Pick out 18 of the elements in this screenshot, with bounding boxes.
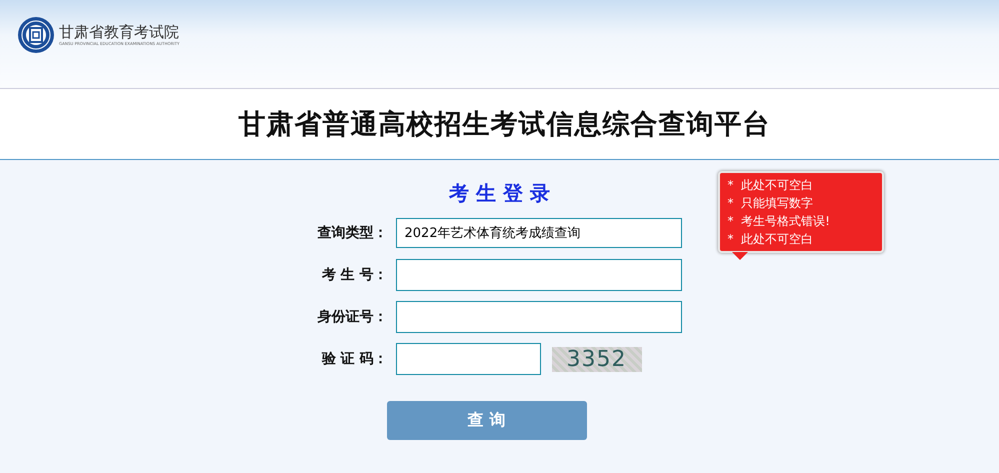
input-field[interactable] <box>396 301 682 333</box>
captcha-field[interactable] <box>396 343 540 375</box>
query-button[interactable]: 查 询 <box>386 401 586 440</box>
query-type-select[interactable]: 2022年艺术体育统考成绩查询 <box>396 218 682 248</box>
error-message: * 此处不可空白 <box>728 177 814 194</box>
org-name: 甘肃省教育考试院 <box>59 23 180 41</box>
emblem-logo <box>17 16 55 54</box>
field-label: 身份证号： <box>316 308 388 326</box>
input-field[interactable] <box>396 259 682 291</box>
captcha-image[interactable]: 3352 <box>552 346 642 372</box>
login-heading: 考 生 登 录 <box>449 180 550 207</box>
page-title: 甘肃省普通高校招生考试信息综合查询平台 <box>238 108 770 142</box>
field-label: 查询类型： <box>316 224 388 242</box>
error-message: * 只能填写数字 <box>728 195 814 212</box>
field-label: 验 证 码： <box>320 350 388 368</box>
error-message: * 此处不可空白 <box>728 231 814 248</box>
error-message: * 考生号格式错误! <box>728 213 831 230</box>
field-label: 考 生 号： <box>320 266 388 284</box>
